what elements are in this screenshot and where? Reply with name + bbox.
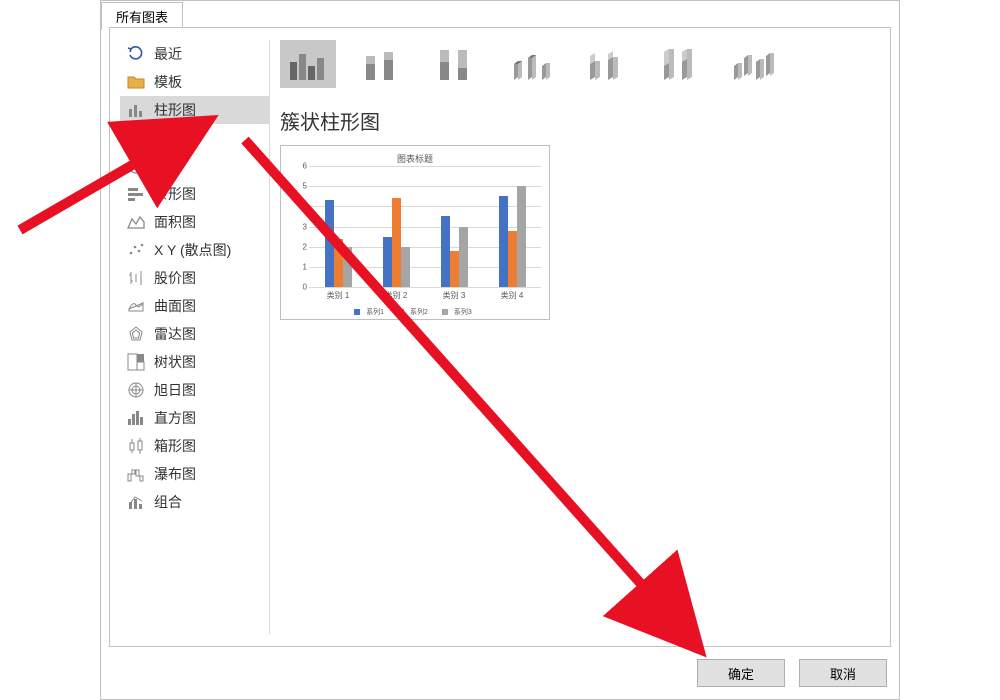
subtype-clustered-column[interactable] bbox=[280, 40, 336, 88]
sidebar-item-label: 直方图 bbox=[154, 408, 196, 428]
sidebar-item-stock[interactable]: 股价图 bbox=[120, 264, 269, 292]
sidebar-item-label: 旭日图 bbox=[154, 380, 196, 400]
sidebar-item-area[interactable]: 面积图 bbox=[120, 208, 269, 236]
sidebar-item-bar[interactable]: 条形图 bbox=[120, 180, 269, 208]
sidebar-item-histogram[interactable]: 直方图 bbox=[120, 404, 269, 432]
tab-panel: 最近 模板 柱形图 折线图 饼图 条形图 bbox=[109, 27, 891, 647]
sidebar-item-combo[interactable]: 组合 bbox=[120, 488, 269, 516]
subtype-3d-clustered-column[interactable] bbox=[502, 40, 558, 88]
sidebar-item-label: 曲面图 bbox=[154, 296, 196, 316]
sidebar-item-label: 折线图 bbox=[154, 128, 196, 148]
sidebar-item-boxplot[interactable]: 箱形图 bbox=[120, 432, 269, 460]
subtype-100-stacked-column[interactable] bbox=[428, 40, 484, 88]
stacked100-column-icon bbox=[434, 46, 478, 82]
chart-subtype-title: 簇状柱形图 bbox=[280, 106, 882, 135]
line-chart-icon bbox=[126, 128, 146, 148]
stacked-3d-column-icon bbox=[582, 46, 626, 82]
sidebar-item-label: 箱形图 bbox=[154, 436, 196, 456]
sidebar-item-label: 柱形图 bbox=[154, 100, 196, 120]
tab-strip: 所有图表 bbox=[101, 1, 183, 27]
stacked-column-icon bbox=[360, 46, 404, 82]
recent-icon bbox=[126, 44, 146, 64]
stock-chart-icon bbox=[126, 268, 146, 288]
sidebar-item-label: 饼图 bbox=[154, 156, 182, 176]
sidebar-item-surface[interactable]: 曲面图 bbox=[120, 292, 269, 320]
chart-preview-title: 图表标题 bbox=[289, 152, 541, 165]
scatter-chart-icon bbox=[126, 240, 146, 260]
chart-category-sidebar: 最近 模板 柱形图 折线图 饼图 条形图 bbox=[120, 40, 270, 634]
sidebar-item-label: 条形图 bbox=[154, 184, 196, 204]
dialog-button-row: 确定 取消 bbox=[697, 659, 887, 687]
chart-preview[interactable]: 图表标题 0123456类别 1类别 2类别 3类别 4 系列1 系列2 系列3 bbox=[280, 145, 550, 320]
column-3d-icon bbox=[730, 46, 774, 82]
clustered-column-icon bbox=[286, 46, 330, 82]
waterfall-chart-icon bbox=[126, 464, 146, 484]
subtype-3d-100-stacked-column[interactable] bbox=[650, 40, 706, 88]
sidebar-item-label: 面积图 bbox=[154, 212, 196, 232]
sidebar-item-radar[interactable]: 雷达图 bbox=[120, 320, 269, 348]
bar-chart-icon bbox=[126, 184, 146, 204]
boxplot-chart-icon bbox=[126, 436, 146, 456]
sidebar-item-pie[interactable]: 饼图 bbox=[120, 152, 269, 180]
sunburst-chart-icon bbox=[126, 380, 146, 400]
subtype-3d-column[interactable] bbox=[724, 40, 780, 88]
sidebar-item-label: 瀑布图 bbox=[154, 464, 196, 484]
sidebar-item-label: 股价图 bbox=[154, 268, 196, 288]
sidebar-item-label: 树状图 bbox=[154, 352, 196, 372]
sidebar-item-label: 最近 bbox=[154, 44, 182, 64]
sidebar-item-label: 模板 bbox=[154, 72, 182, 92]
sidebar-item-waterfall[interactable]: 瀑布图 bbox=[120, 460, 269, 488]
cancel-button[interactable]: 取消 bbox=[799, 659, 887, 687]
sidebar-item-label: X Y (散点图) bbox=[154, 240, 231, 260]
sidebar-item-treemap[interactable]: 树状图 bbox=[120, 348, 269, 376]
sidebar-item-label: 雷达图 bbox=[154, 324, 196, 344]
combo-chart-icon bbox=[126, 492, 146, 512]
pie-chart-icon bbox=[126, 156, 146, 176]
chart-content-area: 簇状柱形图 图表标题 0123456类别 1类别 2类别 3类别 4 系列1 系… bbox=[280, 40, 882, 634]
chart-legend: 系列1 系列2 系列3 bbox=[281, 307, 549, 317]
tab-all-charts[interactable]: 所有图表 bbox=[101, 2, 183, 30]
folder-icon bbox=[126, 72, 146, 92]
subtype-stacked-column[interactable] bbox=[354, 40, 410, 88]
legend-label: 系列1 bbox=[366, 309, 384, 316]
sidebar-item-templates[interactable]: 模板 bbox=[120, 68, 269, 96]
subtype-3d-stacked-column[interactable] bbox=[576, 40, 632, 88]
histogram-chart-icon bbox=[126, 408, 146, 428]
radar-chart-icon bbox=[126, 324, 146, 344]
surface-chart-icon bbox=[126, 296, 146, 316]
insert-chart-dialog: 所有图表 最近 模板 柱形图 折线图 饼图 bbox=[100, 0, 900, 700]
chart-plot-area: 0123456类别 1类别 2类别 3类别 4 bbox=[309, 166, 541, 287]
column-chart-icon bbox=[126, 100, 146, 120]
clustered-3d-column-icon bbox=[508, 46, 552, 82]
sidebar-item-line[interactable]: 折线图 bbox=[120, 124, 269, 152]
chart-subtype-row bbox=[280, 40, 882, 88]
sidebar-item-column[interactable]: 柱形图 bbox=[120, 96, 269, 124]
treemap-chart-icon bbox=[126, 352, 146, 372]
sidebar-item-recent[interactable]: 最近 bbox=[120, 40, 269, 68]
sidebar-item-label: 组合 bbox=[154, 492, 182, 512]
legend-label: 系列3 bbox=[454, 309, 472, 316]
ok-button[interactable]: 确定 bbox=[697, 659, 785, 687]
stacked100-3d-column-icon bbox=[656, 46, 700, 82]
legend-label: 系列2 bbox=[410, 309, 428, 316]
sidebar-item-scatter[interactable]: X Y (散点图) bbox=[120, 236, 269, 264]
area-chart-icon bbox=[126, 212, 146, 232]
sidebar-item-sunburst[interactable]: 旭日图 bbox=[120, 376, 269, 404]
